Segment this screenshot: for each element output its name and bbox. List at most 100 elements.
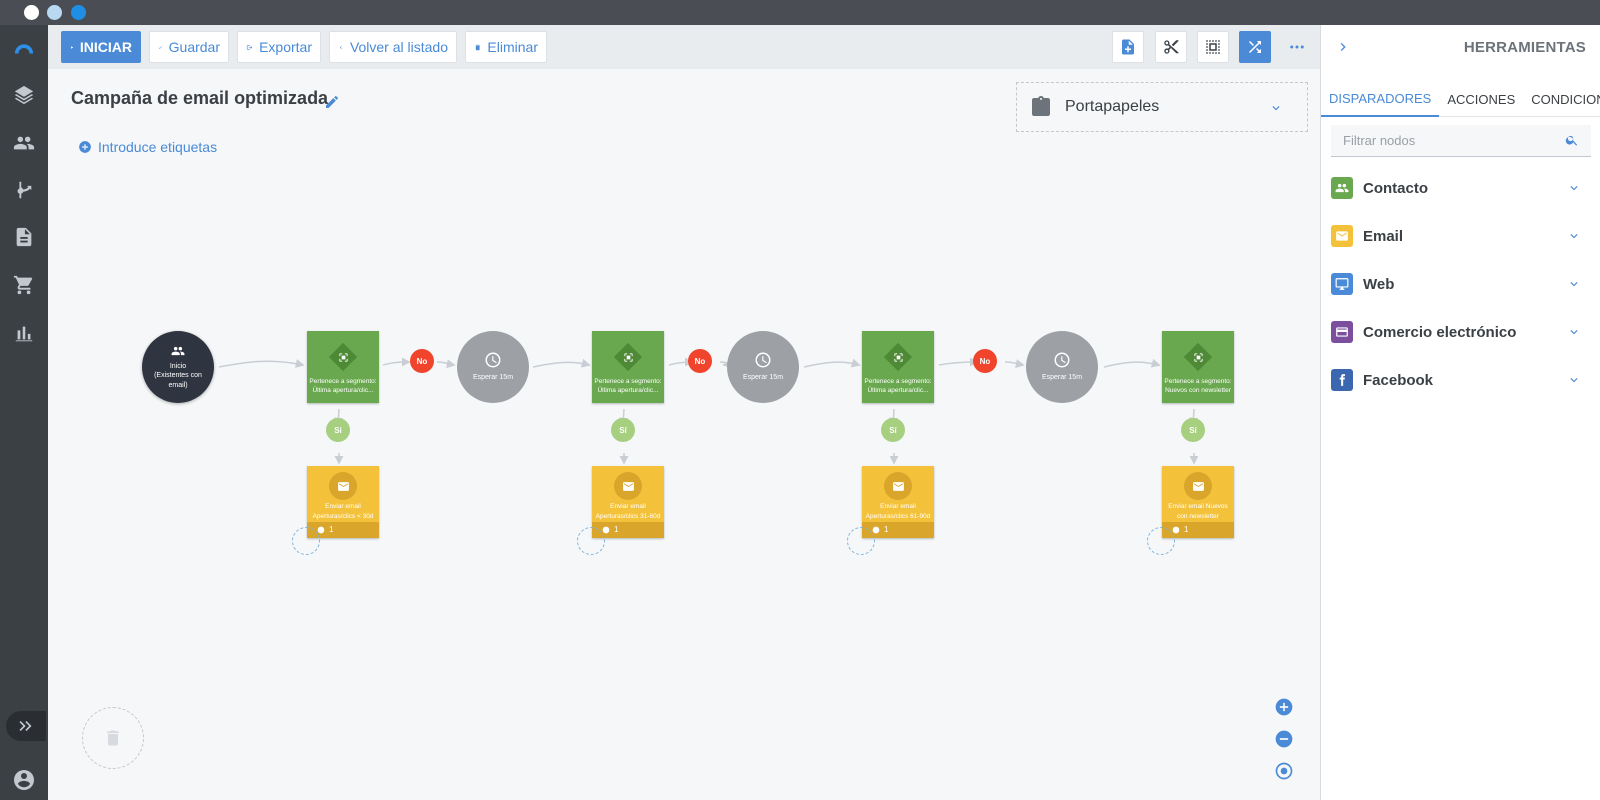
- tab-triggers[interactable]: DISPARADORES: [1321, 81, 1440, 117]
- add-connection-handle[interactable]: [577, 527, 605, 555]
- chevron-down-icon: [1570, 186, 1578, 191]
- add-connection-handle[interactable]: [292, 527, 320, 555]
- workflow-icon[interactable]: [12, 178, 36, 202]
- panel-title: HERRAMIENTAS: [1463, 39, 1586, 56]
- email-node-count: 1: [884, 524, 889, 534]
- zoom-in-icon[interactable]: [1273, 696, 1295, 718]
- more-options-icon[interactable]: [1281, 31, 1313, 63]
- export-button[interactable]: Exportar: [237, 31, 321, 63]
- filter-nodes-placeholder: Filtrar nodos: [1343, 133, 1416, 148]
- condition-node[interactable]: Pertenece a segmento: Nuevos con newslet…: [1162, 331, 1234, 403]
- condition-node-line1: Pertenece a segmento:: [309, 378, 377, 385]
- condition-node-line2: Última apertura/clic...: [312, 387, 374, 395]
- category-email[interactable]: Email: [1331, 221, 1591, 251]
- start-node-line2: (Existentes con: [154, 372, 202, 380]
- shuffle-icon[interactable]: [1239, 31, 1271, 63]
- shopping-cart-icon[interactable]: [12, 273, 36, 297]
- export-icon: [246, 44, 253, 50]
- add-connection-handle[interactable]: [847, 527, 875, 555]
- user-icon: [602, 526, 610, 534]
- tab-conditions[interactable]: CONDICIONES: [1523, 81, 1600, 117]
- condition-node-line1: Pertenece a segmento:: [594, 378, 662, 385]
- chevron-down-icon: [1570, 330, 1578, 335]
- clock-icon: [755, 352, 771, 368]
- zoom-out-icon[interactable]: [1273, 728, 1295, 750]
- category-label: Contacto: [1363, 179, 1428, 197]
- window-maximize-dot[interactable]: [71, 5, 86, 20]
- trash-drop-zone[interactable]: [82, 707, 144, 769]
- delete-button[interactable]: Eliminar: [465, 31, 547, 63]
- monitor-icon: [1331, 273, 1353, 295]
- email-node-line1: Enviar email Nuevos: [1168, 503, 1228, 510]
- chevron-left-icon: [339, 45, 342, 49]
- wait-node[interactable]: Esperar 15m: [727, 331, 799, 403]
- back-to-list-button[interactable]: Volver al listado: [329, 31, 457, 63]
- edit-title-icon[interactable]: [324, 94, 340, 110]
- layers-icon[interactable]: [12, 83, 36, 107]
- clipboard-label: Portapapeles: [1065, 98, 1160, 115]
- yes-branch-badge[interactable]: Sí: [1181, 418, 1205, 442]
- email-node-line1: Enviar email: [610, 503, 646, 510]
- facebook-icon: [1331, 369, 1353, 391]
- send-email-node[interactable]: Enviar email Aperturas/clics 61-90d 1: [862, 466, 934, 538]
- email-icon: [329, 472, 357, 500]
- reports-icon[interactable]: [12, 321, 36, 345]
- send-email-node[interactable]: Enviar email Aperturas/clics 31-60d 1: [592, 466, 664, 538]
- expand-rail-button[interactable]: [6, 711, 46, 741]
- condition-node-line2: Última apertura/clic...: [597, 387, 659, 395]
- condition-node[interactable]: Pertenece a segmento: Última apertura/cl…: [592, 331, 664, 403]
- category-contact[interactable]: Contacto: [1331, 173, 1591, 203]
- category-web[interactable]: Web: [1331, 269, 1591, 299]
- window-close-dot[interactable]: [24, 5, 39, 20]
- wait-node-label: Esperar 15m: [1041, 374, 1083, 382]
- category-ecommerce[interactable]: Comercio electrónico: [1331, 317, 1591, 347]
- condition-node[interactable]: Pertenece a segmento: Última apertura/cl…: [307, 331, 379, 403]
- start-node[interactable]: Inicio (Existentes con email): [142, 331, 214, 403]
- no-branch-badge[interactable]: No: [973, 349, 997, 373]
- contacts-icon: [1331, 177, 1353, 199]
- segment-icon: [622, 351, 634, 363]
- no-branch-badge[interactable]: No: [410, 349, 434, 373]
- condition-node-line1: Pertenece a segmento:: [864, 378, 932, 385]
- email-node-count: 1: [614, 524, 619, 534]
- yes-branch-label: Sí: [619, 425, 627, 435]
- wait-node[interactable]: Esperar 15m: [457, 331, 529, 403]
- yes-branch-badge[interactable]: Sí: [611, 418, 635, 442]
- yes-branch-badge[interactable]: Sí: [326, 418, 350, 442]
- filter-nodes-input[interactable]: Filtrar nodos: [1331, 125, 1591, 157]
- add-note-icon[interactable]: [1112, 31, 1144, 63]
- user-icon: [317, 526, 325, 534]
- wait-node-label: Esperar 15m: [742, 374, 784, 382]
- left-navigation-rail: [0, 25, 48, 800]
- clipboard-icon: [1032, 96, 1050, 116]
- start-button[interactable]: INICIAR: [61, 31, 141, 63]
- add-connection-handle[interactable]: [1147, 527, 1175, 555]
- condition-node[interactable]: Pertenece a segmento: Última apertura/cl…: [862, 331, 934, 403]
- save-button[interactable]: Guardar: [149, 31, 229, 63]
- yes-branch-badge[interactable]: Sí: [881, 418, 905, 442]
- wait-node[interactable]: Esperar 15m: [1026, 331, 1098, 403]
- yes-branch-label: Sí: [889, 425, 897, 435]
- add-tags-label: Introduce etiquetas: [98, 139, 218, 155]
- email-node-line1: Enviar email: [880, 503, 916, 510]
- brand-logo-icon[interactable]: [12, 36, 36, 60]
- document-icon[interactable]: [12, 225, 36, 249]
- account-icon[interactable]: [0, 760, 48, 800]
- email-node-count: 1: [329, 524, 334, 534]
- send-email-node[interactable]: Enviar email Nuevos con newsletter 1: [1162, 466, 1234, 538]
- no-branch-label: No: [694, 356, 706, 366]
- chevron-right-icon[interactable]: [1335, 39, 1353, 57]
- add-tags-link[interactable]: Introduce etiquetas: [78, 139, 217, 155]
- condition-node-line2: Última apertura/clic...: [867, 387, 929, 395]
- select-area-icon[interactable]: [1197, 31, 1229, 63]
- center-view-icon[interactable]: [1273, 760, 1295, 782]
- window-minimize-dot[interactable]: [47, 5, 62, 20]
- scissors-icon[interactable]: [1155, 31, 1187, 63]
- contacts-icon[interactable]: [12, 131, 36, 155]
- chevron-down-icon: [1570, 378, 1578, 383]
- tab-actions[interactable]: ACCIONES: [1439, 81, 1523, 117]
- clipboard-dropdown[interactable]: Portapapeles: [1016, 82, 1308, 132]
- category-facebook[interactable]: Facebook: [1331, 365, 1591, 395]
- no-branch-badge[interactable]: No: [688, 349, 712, 373]
- send-email-node[interactable]: Enviar email Aperturas/clics < 30d 1: [307, 466, 379, 538]
